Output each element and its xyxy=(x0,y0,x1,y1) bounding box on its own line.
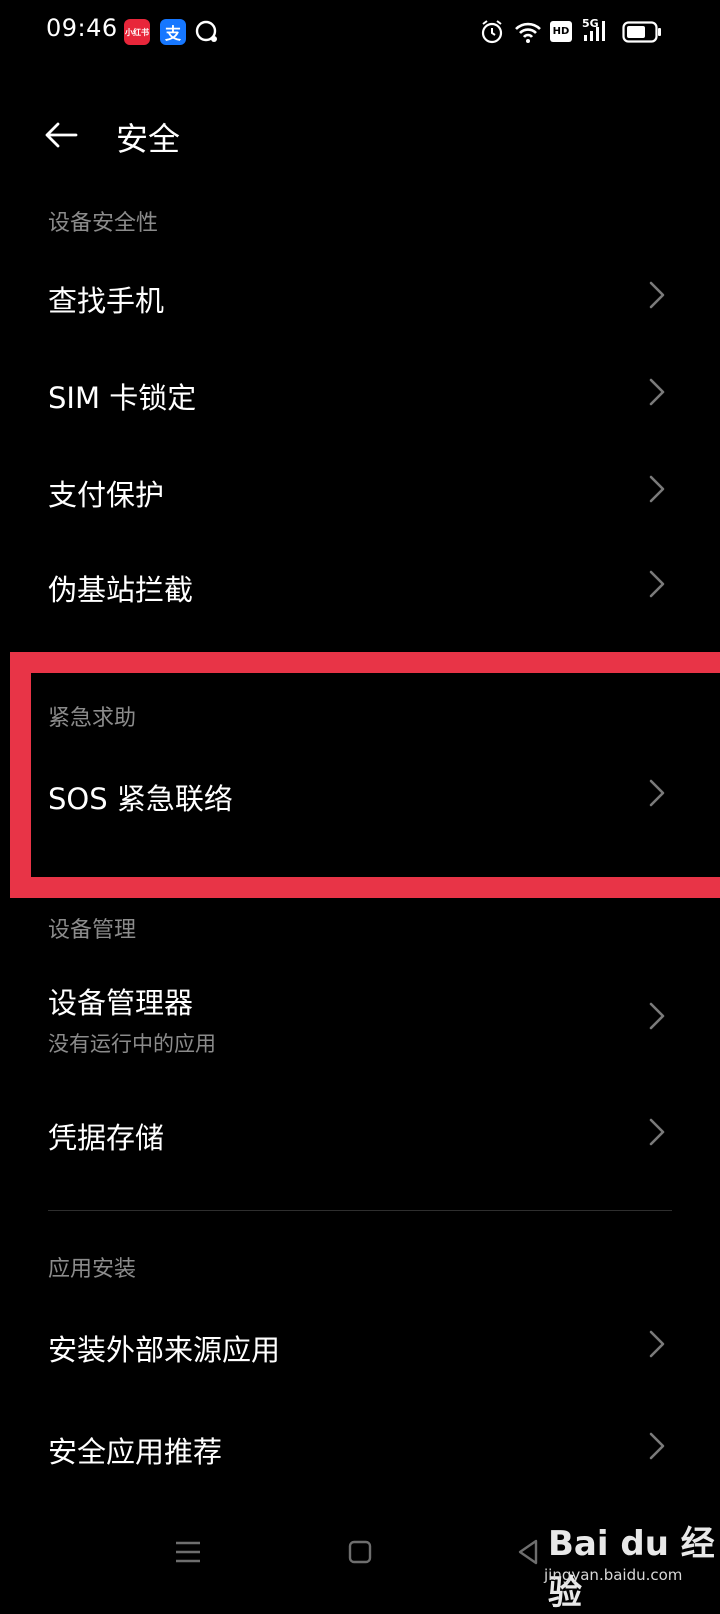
menu-button[interactable] xyxy=(158,1524,218,1580)
menu-icon xyxy=(176,1541,200,1563)
status-bar: 09:46 小红书 支 HD 5G xyxy=(0,0,720,64)
baidu-jingyan-watermark: Bai du 经验 jingyan.baidu.com xyxy=(540,1516,716,1613)
alarm-icon xyxy=(480,19,504,49)
status-time: 09:46 xyxy=(46,14,118,42)
item-label: 凭据存储 xyxy=(48,1121,165,1155)
chevron-right-icon xyxy=(649,1330,665,1358)
item-label: SOS 紧急联络 xyxy=(48,782,233,816)
item-label: 设备管理器 xyxy=(48,986,194,1020)
back-arrow-icon xyxy=(45,122,78,148)
list-item-device-manager[interactable]: 设备管理器 没有运行中的应用 xyxy=(0,960,720,1072)
item-label: 安装外部来源应用 xyxy=(48,1333,281,1367)
watermark-logo: Bai du 经验 xyxy=(548,1524,715,1613)
page-title: 安全 xyxy=(116,120,181,158)
list-item-payment-protection[interactable]: 支付保护 xyxy=(0,441,720,537)
section-title-device-security: 设备安全性 xyxy=(48,211,159,236)
chevron-right-icon xyxy=(649,1432,665,1460)
chevron-right-icon xyxy=(649,570,665,598)
wifi-icon xyxy=(514,20,542,48)
5g-signal-icon: 5G xyxy=(582,17,612,45)
chevron-right-icon xyxy=(649,281,665,309)
triangle-back-icon xyxy=(518,1539,538,1565)
section-title-app-install: 应用安装 xyxy=(48,1257,137,1282)
section-title-emergency: 紧急求助 xyxy=(48,706,137,731)
xiaohongshu-app-icon: 小红书 xyxy=(124,19,150,45)
list-item-fake-base-station-block[interactable]: 伪基站拦截 xyxy=(0,536,720,632)
header: 安全 xyxy=(0,92,720,176)
hd-icon: HD xyxy=(550,21,572,42)
item-label: SIM 卡锁定 xyxy=(48,381,197,415)
divider xyxy=(48,1210,672,1211)
chevron-right-icon xyxy=(649,1118,665,1146)
home-icon xyxy=(348,1540,372,1564)
list-item-find-phone[interactable]: 查找手机 xyxy=(0,247,720,343)
item-label: 查找手机 xyxy=(48,284,165,318)
list-item-security-app-recommendation[interactable]: 安全应用推荐 xyxy=(0,1398,720,1494)
item-label: 伪基站拦截 xyxy=(48,573,194,607)
item-subtitle: 没有运行中的应用 xyxy=(48,1032,216,1056)
chat-bubble-icon xyxy=(193,18,221,46)
item-label: 安全应用推荐 xyxy=(48,1435,223,1469)
list-item-sos-emergency-contact[interactable]: SOS 紧急联络 xyxy=(0,745,720,841)
list-item-install-unknown-sources[interactable]: 安装外部来源应用 xyxy=(0,1296,720,1392)
back-button[interactable] xyxy=(36,110,86,160)
watermark-url: jingyan.baidu.com xyxy=(544,1566,683,1584)
hd-label: HD xyxy=(552,26,570,37)
list-item-sim-lock[interactable]: SIM 卡锁定 xyxy=(0,344,720,440)
section-title-device-management: 设备管理 xyxy=(48,918,137,943)
chevron-right-icon xyxy=(649,779,665,807)
item-label: 支付保护 xyxy=(48,478,165,512)
list-item-credential-storage[interactable]: 凭据存储 xyxy=(0,1084,720,1180)
chevron-right-icon xyxy=(649,475,665,503)
home-button[interactable] xyxy=(330,1524,390,1580)
chevron-right-icon xyxy=(649,1002,665,1030)
alipay-app-icon: 支 xyxy=(160,19,186,45)
chevron-right-icon xyxy=(649,378,665,406)
battery-icon xyxy=(622,21,662,47)
